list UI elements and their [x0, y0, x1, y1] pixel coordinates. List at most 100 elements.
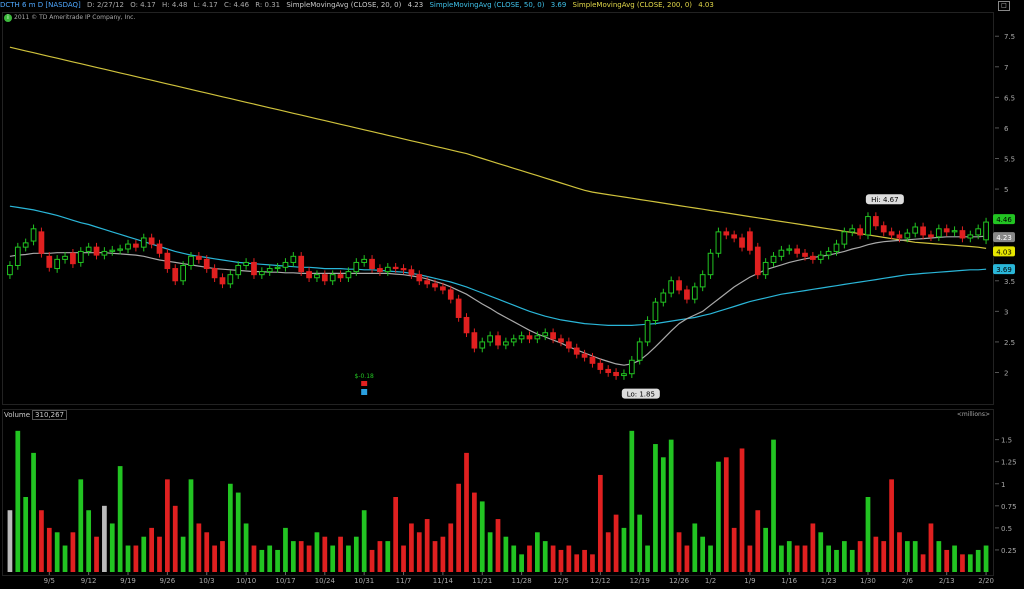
candle-body: [715, 231, 722, 254]
candle-body: [219, 277, 226, 285]
candle-body: [896, 234, 903, 239]
candle-body: [133, 243, 139, 248]
candle-body: [660, 292, 667, 303]
candle-body: [691, 286, 698, 300]
volume-bar: [794, 545, 800, 572]
sma200-line: [9, 46, 987, 249]
price-tick-label: 7: [1004, 64, 1008, 72]
candle-body: [825, 250, 832, 256]
candle-body: [361, 258, 368, 263]
volume-bar: [78, 479, 84, 572]
chart-canvas[interactable]: 7.576.565.554.543.532.52 1.51.2510.750.5…: [0, 0, 1024, 589]
volume-bar: [251, 545, 257, 572]
volume-bar: [684, 545, 690, 572]
volume-bar: [133, 545, 139, 572]
volume-bar: [212, 545, 217, 572]
volume-bar: [542, 541, 548, 572]
candle-body: [597, 362, 604, 370]
volume-bar: [165, 479, 170, 572]
price-tick-label: 5.5: [1004, 156, 1015, 164]
volume-bar: [889, 479, 894, 572]
time-tick-label: 11/28: [512, 577, 532, 585]
volume-bar: [739, 448, 745, 572]
volume-bar: [857, 541, 863, 572]
volume-bar: [275, 549, 280, 572]
time-tick-label: 12/19: [630, 577, 650, 585]
candle-body: [54, 258, 61, 270]
volume-bar: [23, 497, 29, 572]
candle-body: [495, 335, 501, 346]
time-tick-label: 1/16: [781, 577, 797, 585]
volume-bar: [668, 439, 674, 572]
candle-body: [636, 341, 643, 361]
candle-body: [542, 332, 549, 337]
candle-body: [274, 266, 281, 270]
candle-body: [329, 274, 336, 282]
volume-bar: [936, 541, 942, 572]
candle-body: [684, 289, 690, 300]
time-tick-label: 11/21: [472, 577, 492, 585]
volume-tick-label: 0.25: [1001, 547, 1017, 555]
candlesticks: [7, 212, 989, 380]
volume-bar: [172, 505, 178, 572]
candle-body: [101, 250, 108, 256]
volume-bar: [842, 541, 847, 572]
candle-body: [62, 255, 68, 260]
volume-bar: [424, 519, 430, 572]
candle-body: [314, 274, 320, 279]
volume-bar: [755, 510, 761, 572]
candle-body: [479, 341, 486, 349]
volume-bars: [7, 430, 989, 572]
sma50-path: [9, 205, 987, 326]
volume-bar: [86, 510, 92, 572]
candle-body: [203, 258, 210, 270]
volume-bar: [786, 541, 792, 572]
volume-bar: [731, 527, 737, 572]
time-tick-label: 2/13: [939, 577, 955, 585]
volume-tick-label: 0.5: [1001, 525, 1012, 533]
volume-bar: [897, 532, 902, 572]
candle-body: [85, 246, 92, 252]
candle-body: [880, 225, 887, 233]
volume-bar: [314, 532, 320, 572]
price-axis: 7.576.565.554.543.532.52: [1004, 33, 1015, 377]
volume-bar: [31, 452, 36, 572]
candle-body: [628, 359, 635, 375]
candle-body: [581, 353, 588, 358]
candle-body: [951, 230, 958, 233]
volume-bar: [873, 536, 879, 572]
candle-body: [841, 231, 848, 245]
candle-body: [140, 237, 147, 248]
volume-bar: [771, 439, 776, 572]
volume-bar: [676, 532, 682, 572]
candle-body: [676, 280, 682, 291]
candle-body: [188, 255, 194, 266]
volume-bar: [660, 457, 666, 572]
candle-body: [70, 252, 76, 265]
volume-bar: [487, 532, 493, 572]
candle-body: [125, 243, 131, 250]
volume-bar: [157, 536, 162, 572]
candle-body: [510, 338, 517, 343]
volume-tick-label: 0.75: [1001, 503, 1017, 511]
volume-bar: [534, 532, 540, 572]
candle-body: [432, 283, 438, 288]
candle-body: [526, 335, 533, 340]
price-tick-label: 3.5: [1004, 278, 1015, 286]
price-tick-label: 2.5: [1004, 339, 1015, 347]
time-tick-label: 12/5: [553, 577, 569, 585]
volume-bar: [54, 532, 60, 572]
sma200-tag-text: 4.03: [996, 248, 1012, 256]
volume-tick-label: 1.25: [1001, 459, 1017, 467]
volume-bar: [377, 541, 383, 572]
candle-body: [117, 248, 124, 251]
candle-body: [762, 261, 769, 276]
candle-body: [833, 243, 840, 252]
sma200-path: [9, 46, 987, 249]
candle-body: [849, 228, 856, 233]
volume-bar: [204, 532, 210, 572]
sma50-line: [9, 205, 987, 326]
volume-bar: [243, 523, 249, 572]
volume-tick-label: 1.5: [1001, 437, 1012, 445]
volume-bar: [432, 541, 438, 572]
